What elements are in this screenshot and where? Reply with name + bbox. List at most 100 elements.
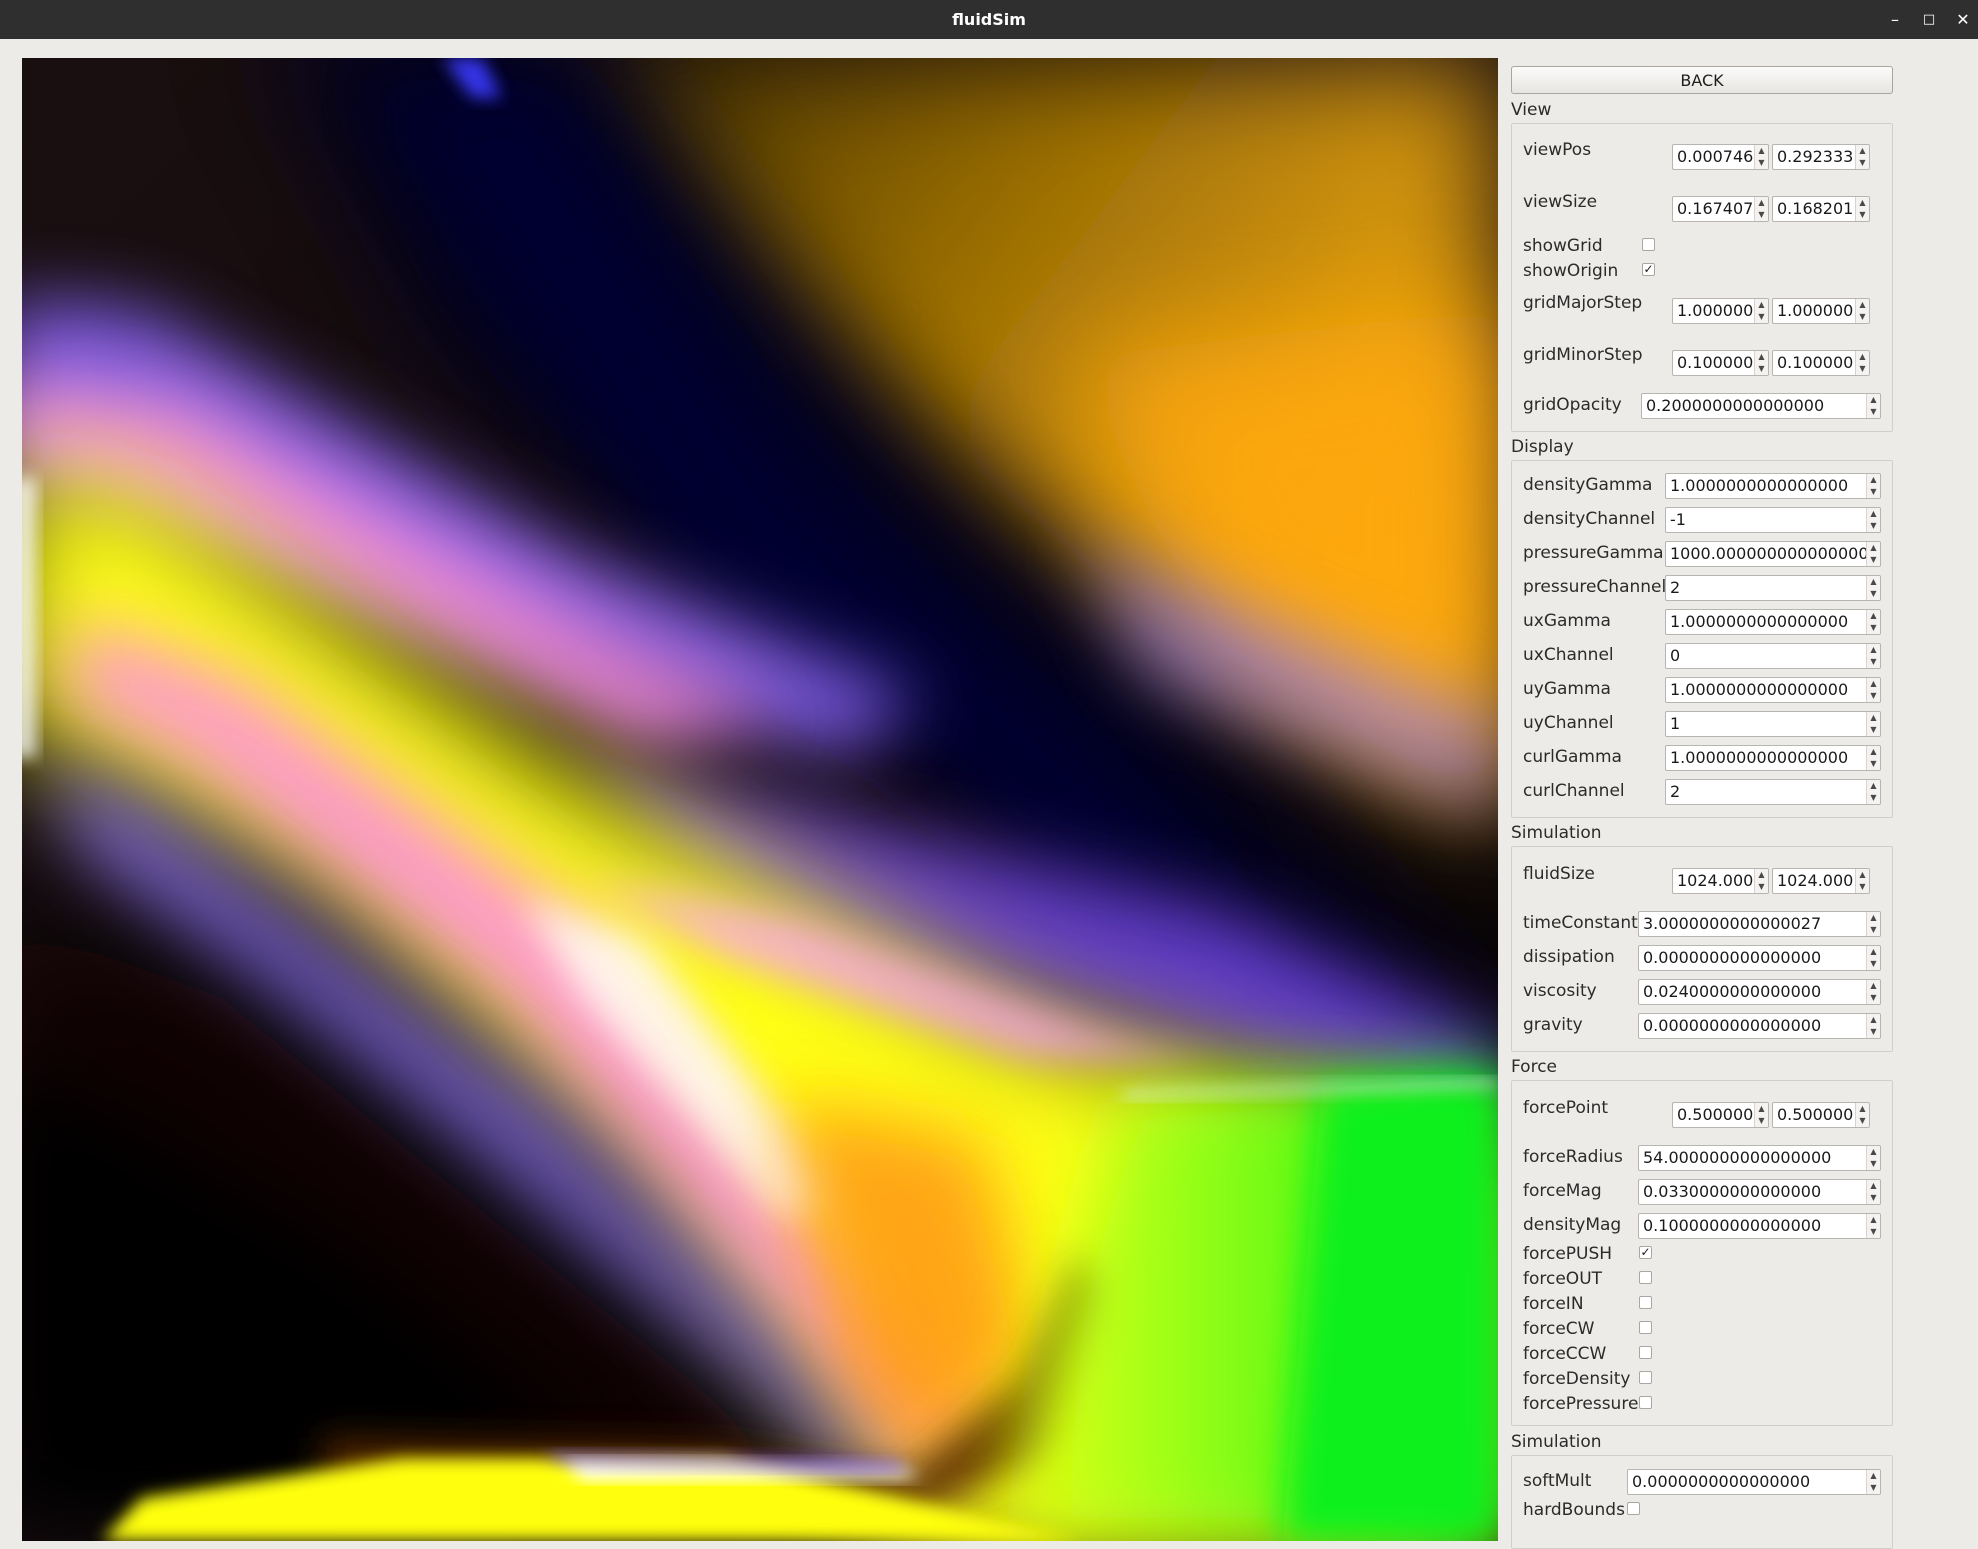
spin-up-icon[interactable]: ▲ [1856,869,1869,881]
forcePoint-y-spinbox[interactable]: 0.500000 ▲ ▼ [1772,1102,1870,1128]
spin-arrows[interactable]: ▲ ▼ [1866,746,1880,770]
pressureChannel-spinbox[interactable]: 2 ▲ ▼ [1665,575,1881,601]
spin-arrows[interactable]: ▲ ▼ [1866,644,1880,668]
spin-arrows[interactable]: ▲ ▼ [1866,1470,1880,1494]
uxGamma-spinbox[interactable]: 1.0000000000000000 ▲ ▼ [1665,609,1881,635]
fluidSize-y-spinbox[interactable]: 1024.000 ▲ ▼ [1772,868,1870,894]
spin-down-icon[interactable]: ▼ [1867,690,1880,702]
spin-up-icon[interactable]: ▲ [1755,869,1768,881]
spin-up-icon[interactable]: ▲ [1755,299,1768,311]
spin-down-icon[interactable]: ▼ [1867,924,1880,936]
spin-down-icon[interactable]: ▼ [1867,486,1880,498]
spin-up-icon[interactable]: ▲ [1856,145,1869,157]
softMult-spinbox[interactable]: 0.0000000000000000 ▲ ▼ [1627,1469,1881,1495]
spin-arrows[interactable]: ▲ ▼ [1866,1014,1880,1038]
dissipation-spinbox[interactable]: 0.0000000000000000 ▲ ▼ [1638,945,1881,971]
spin-down-icon[interactable]: ▼ [1867,724,1880,736]
gridOpacity-spinbox[interactable]: 0.2000000000000000 ▲ ▼ [1641,393,1881,419]
viewPos-y-spinbox[interactable]: 0.292333 ▲ ▼ [1772,144,1870,170]
spin-down-icon[interactable]: ▼ [1867,1158,1880,1170]
gridMajorStep-x-spinbox[interactable]: 1.000000 ▲ ▼ [1672,298,1769,324]
viewSize-x-spinbox[interactable]: 0.167407 ▲ ▼ [1672,196,1769,222]
forceCW-checkbox[interactable] [1639,1321,1652,1334]
forceIN-checkbox[interactable] [1639,1296,1652,1309]
densityMag-spinbox[interactable]: 0.1000000000000000 ▲ ▼ [1638,1213,1881,1239]
spin-arrows[interactable]: ▲ ▼ [1754,145,1768,169]
minimize-icon[interactable]: – [1880,0,1910,39]
spin-arrows[interactable]: ▲ ▼ [1866,508,1880,532]
spin-arrows[interactable]: ▲ ▼ [1855,1103,1869,1127]
spin-down-icon[interactable]: ▼ [1856,311,1869,323]
gravity-spinbox[interactable]: 0.0000000000000000 ▲ ▼ [1638,1013,1881,1039]
spin-down-icon[interactable]: ▼ [1755,881,1768,893]
spin-down-icon[interactable]: ▼ [1856,209,1869,221]
spin-up-icon[interactable]: ▲ [1867,912,1880,924]
gridMinorStep-y-spinbox[interactable]: 0.100000 ▲ ▼ [1772,350,1870,376]
uyChannel-spinbox[interactable]: 1 ▲ ▼ [1665,711,1881,737]
spin-down-icon[interactable]: ▼ [1867,1226,1880,1238]
spin-down-icon[interactable]: ▼ [1856,157,1869,169]
forcePUSH-checkbox[interactable]: ✓ [1639,1246,1652,1259]
pressureGamma-spinbox[interactable]: 1000.0000000000000000 ▲ ▼ [1665,541,1881,567]
spin-down-icon[interactable]: ▼ [1867,758,1880,770]
spin-up-icon[interactable]: ▲ [1867,474,1880,486]
spin-down-icon[interactable]: ▼ [1867,656,1880,668]
spin-up-icon[interactable]: ▲ [1867,1470,1880,1482]
spin-up-icon[interactable]: ▲ [1867,946,1880,958]
spin-down-icon[interactable]: ▼ [1856,1115,1869,1127]
spin-arrows[interactable]: ▲ ▼ [1866,946,1880,970]
spin-arrows[interactable]: ▲ ▼ [1855,145,1869,169]
spin-arrows[interactable]: ▲ ▼ [1866,474,1880,498]
curlGamma-spinbox[interactable]: 1.0000000000000000 ▲ ▼ [1665,745,1881,771]
forceRadius-spinbox[interactable]: 54.0000000000000000 ▲ ▼ [1638,1145,1881,1171]
hardBounds-checkbox[interactable] [1627,1502,1640,1515]
spin-down-icon[interactable]: ▼ [1755,209,1768,221]
densityChannel-spinbox[interactable]: -1 ▲ ▼ [1665,507,1881,533]
spin-arrows[interactable]: ▲ ▼ [1855,299,1869,323]
spin-arrows[interactable]: ▲ ▼ [1866,610,1880,634]
forcePoint-x-spinbox[interactable]: 0.500000 ▲ ▼ [1672,1102,1769,1128]
uxChannel-spinbox[interactable]: 0 ▲ ▼ [1665,643,1881,669]
spin-up-icon[interactable]: ▲ [1856,1103,1869,1115]
forceCCW-checkbox[interactable] [1639,1346,1652,1359]
spin-down-icon[interactable]: ▼ [1867,992,1880,1004]
spin-down-icon[interactable]: ▼ [1856,363,1869,375]
simulation-canvas[interactable] [22,58,1498,1541]
spin-up-icon[interactable]: ▲ [1867,780,1880,792]
timeConstant-spinbox[interactable]: 3.0000000000000027 ▲ ▼ [1638,911,1881,937]
spin-up-icon[interactable]: ▲ [1867,576,1880,588]
spin-up-icon[interactable]: ▲ [1755,197,1768,209]
spin-up-icon[interactable]: ▲ [1867,394,1880,406]
spin-down-icon[interactable]: ▼ [1867,622,1880,634]
uyGamma-spinbox[interactable]: 1.0000000000000000 ▲ ▼ [1665,677,1881,703]
spin-arrows[interactable]: ▲ ▼ [1855,351,1869,375]
spin-up-icon[interactable]: ▲ [1755,351,1768,363]
spin-up-icon[interactable]: ▲ [1867,746,1880,758]
spin-arrows[interactable]: ▲ ▼ [1754,351,1768,375]
curlChannel-spinbox[interactable]: 2 ▲ ▼ [1665,779,1881,805]
spin-down-icon[interactable]: ▼ [1867,588,1880,600]
spin-up-icon[interactable]: ▲ [1867,1180,1880,1192]
spin-up-icon[interactable]: ▲ [1867,508,1880,520]
spin-down-icon[interactable]: ▼ [1867,1026,1880,1038]
spin-down-icon[interactable]: ▼ [1867,1482,1880,1494]
densityGamma-spinbox[interactable]: 1.0000000000000000 ▲ ▼ [1665,473,1881,499]
back-button[interactable]: BACK [1511,66,1893,94]
spin-up-icon[interactable]: ▲ [1755,145,1768,157]
close-icon[interactable]: ✕ [1948,0,1978,39]
spin-arrows[interactable]: ▲ ▼ [1754,1103,1768,1127]
spin-down-icon[interactable]: ▼ [1867,792,1880,804]
spin-down-icon[interactable]: ▼ [1755,311,1768,323]
spin-down-icon[interactable]: ▼ [1755,1115,1768,1127]
spin-arrows[interactable]: ▲ ▼ [1754,197,1768,221]
showOrigin-checkbox[interactable]: ✓ [1642,263,1655,276]
viscosity-spinbox[interactable]: 0.0240000000000000 ▲ ▼ [1638,979,1881,1005]
spin-down-icon[interactable]: ▼ [1755,157,1768,169]
spin-up-icon[interactable]: ▲ [1867,610,1880,622]
forceMag-spinbox[interactable]: 0.0330000000000000 ▲ ▼ [1638,1179,1881,1205]
spin-up-icon[interactable]: ▲ [1856,299,1869,311]
showGrid-checkbox[interactable] [1642,238,1655,251]
spin-arrows[interactable]: ▲ ▼ [1866,576,1880,600]
spin-up-icon[interactable]: ▲ [1867,1014,1880,1026]
viewSize-y-spinbox[interactable]: 0.168201 ▲ ▼ [1772,196,1870,222]
